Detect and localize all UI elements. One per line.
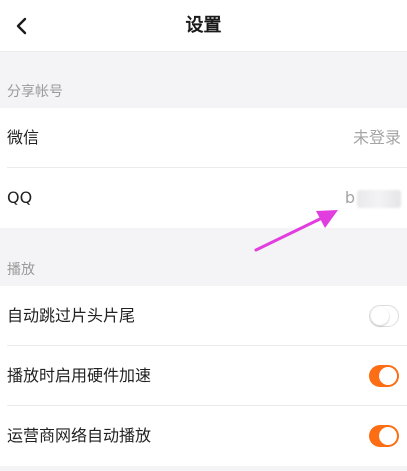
toggle-knob [379,427,397,445]
hw-accel-label: 播放时启用硬件加速 [7,366,152,385]
toggle-knob [379,367,397,385]
qq-account: b [345,168,401,228]
wechat-status: 未登录 [352,128,401,147]
redacted-mask [357,189,401,208]
row-qq[interactable]: QQ b [0,168,407,228]
row-skip-intro: 自动跳过片头片尾 [0,286,407,346]
carrier-autoplay-label: 运营商网络自动播放 [7,426,152,445]
section-header-playback: 播放 [0,228,407,286]
section-header-share: 分享帐号 [0,52,407,108]
row-hw-accel: 播放时启用硬件加速 [0,346,407,406]
wechat-label: 微信 [7,128,40,147]
row-wechat[interactable]: 微信 未登录 [0,108,407,168]
hw-accel-toggle[interactable] [369,365,399,387]
page-title: 设置 [185,15,222,36]
skip-intro-toggle[interactable] [369,305,399,327]
qq-account-text: b [344,188,355,207]
carrier-autoplay-toggle[interactable] [369,425,399,447]
toggle-knob [371,307,389,325]
top-bar: 设置 [0,0,407,52]
skip-intro-label: 自动跳过片头片尾 [7,306,136,325]
row-carrier-autoplay: 运营商网络自动播放 [0,406,407,466]
qq-label: QQ [7,188,33,207]
